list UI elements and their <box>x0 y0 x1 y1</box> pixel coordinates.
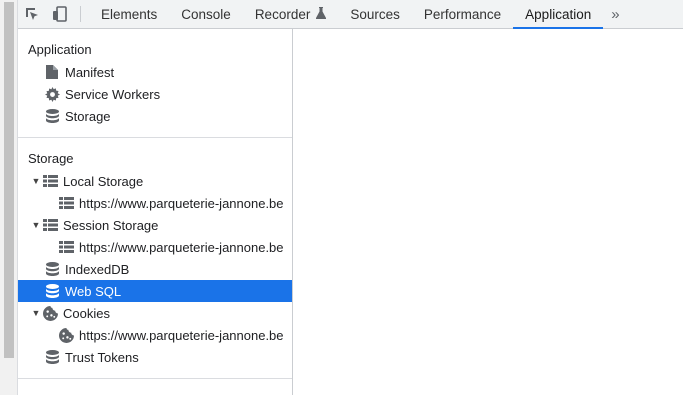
inspect-element-icon[interactable] <box>18 0 46 28</box>
sidebar-item-label: Web SQL <box>65 283 122 299</box>
sidebar-item-session-storage[interactable]: ▼ Session Storage <box>18 214 292 236</box>
sidebar-item-indexeddb[interactable]: IndexedDB <box>18 258 292 280</box>
file-icon <box>44 64 60 80</box>
sidebar-item-label: Cookies <box>63 305 110 321</box>
cookie-icon <box>58 327 74 343</box>
tab-sources[interactable]: Sources <box>338 0 412 28</box>
sidebar-item-trust-tokens[interactable]: Trust Tokens <box>18 346 292 368</box>
sidebar-item-storage[interactable]: Storage <box>18 105 292 127</box>
sidebar-item-service-workers[interactable]: Service Workers <box>18 83 292 105</box>
section-divider <box>18 378 292 379</box>
sidebar-item-web-sql[interactable]: Web SQL <box>18 280 292 302</box>
sidebar-item-label: Trust Tokens <box>65 349 139 365</box>
sidebar-item-label: Local Storage <box>63 173 144 189</box>
tab-label: Console <box>181 6 231 22</box>
section-title-storage: Storage <box>28 150 74 166</box>
database-icon <box>44 283 60 299</box>
sidebar-item-label: Storage <box>65 108 111 124</box>
sidebar-item-label: Service Workers <box>65 86 161 102</box>
cookie-icon <box>42 305 58 321</box>
tab-console[interactable]: Console <box>169 0 243 28</box>
left-scrollbar[interactable] <box>0 0 18 395</box>
sidebar-item-cookies[interactable]: ▼ Cookies <box>18 302 292 324</box>
tab-label: Application <box>525 6 592 22</box>
sidebar-item-label: IndexedDB <box>65 261 130 277</box>
section-title-application: Application <box>28 41 92 57</box>
tab-label: Performance <box>423 6 502 22</box>
table-icon <box>58 239 74 255</box>
gear-icon <box>44 86 60 102</box>
device-toolbar-icon[interactable] <box>46 0 74 28</box>
table-icon <box>42 217 58 233</box>
flask-icon <box>316 6 327 22</box>
sidebar-item-manifest[interactable]: Manifest <box>18 61 292 83</box>
table-icon <box>58 195 74 211</box>
tab-application[interactable]: Application <box>513 0 604 29</box>
more-tabs-chevron-icon[interactable]: » <box>603 0 627 28</box>
sidebar-item-label: Session Storage <box>63 217 159 233</box>
toolbar-separator <box>80 6 81 22</box>
tab-performance[interactable]: Performance <box>412 0 513 28</box>
sidebar-item-local-storage[interactable]: ▼ Local Storage <box>18 170 292 192</box>
sidebar-item-label: Manifest <box>65 64 115 80</box>
sidebar-item-cookies-origin[interactable]: https://www.parqueterie-jannone.be <box>18 324 292 346</box>
tab-label: Elements <box>101 6 158 22</box>
sidebar-item-label: https://www.parqueterie-jannone.be <box>79 239 284 255</box>
database-icon <box>44 108 60 124</box>
tab-elements[interactable]: Elements <box>89 0 169 28</box>
application-sidebar: Application Manifest Service Workers Sto… <box>18 29 293 395</box>
expand-arrow-icon[interactable]: ▼ <box>30 308 42 318</box>
expand-arrow-icon[interactable]: ▼ <box>30 220 42 230</box>
sidebar-item-label: https://www.parqueterie-jannone.be <box>79 327 284 343</box>
sidebar-item-session-storage-origin[interactable]: https://www.parqueterie-jannone.be <box>18 236 292 258</box>
table-icon <box>42 173 58 189</box>
devtools-toolbar: Elements Console Recorder Sources Perfor… <box>18 0 683 29</box>
tab-label: Recorder <box>254 6 311 22</box>
sidebar-item-local-storage-origin[interactable]: https://www.parqueterie-jannone.be <box>18 192 292 214</box>
tab-label: Sources <box>350 6 400 22</box>
tab-recorder[interactable]: Recorder <box>243 0 339 28</box>
database-icon <box>44 261 60 277</box>
scrollbar-thumb[interactable] <box>4 2 14 358</box>
main-content-panel <box>293 29 683 395</box>
expand-arrow-icon[interactable]: ▼ <box>30 176 42 186</box>
sidebar-item-label: https://www.parqueterie-jannone.be <box>79 195 284 211</box>
database-icon <box>44 349 60 365</box>
